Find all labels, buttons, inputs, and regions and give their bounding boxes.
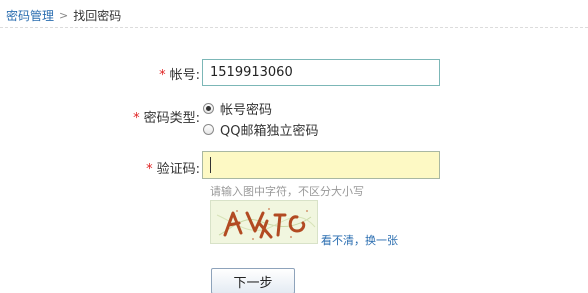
text-cursor	[210, 157, 211, 173]
captcha-hint: 请输入图中字符，不区分大小写	[210, 185, 364, 198]
radio-account-password-label: 帐号密码	[220, 103, 273, 118]
captcha-input[interactable]	[202, 151, 440, 179]
refresh-captcha-link[interactable]: 看不清，换一张	[321, 232, 398, 248]
required-mark: *	[133, 111, 140, 126]
breadcrumb: 密码管理 > 找回密码	[6, 6, 121, 24]
breadcrumb-separator: >	[59, 8, 69, 22]
radio-account-password[interactable]: 帐号密码	[203, 99, 272, 118]
captcha-glyphs-icon	[216, 208, 316, 240]
radio-qq-mail-password[interactable]: QQ邮箱独立密码	[203, 120, 318, 139]
required-mark: *	[146, 162, 153, 177]
account-input[interactable]: 1519913060	[202, 59, 440, 86]
captcha-label: * 验证码:	[146, 162, 200, 177]
breadcrumb-current: 找回密码	[73, 8, 122, 23]
password-type-label: * 密码类型:	[133, 111, 200, 126]
radio-qq-mail-password-label: QQ邮箱独立密码	[220, 124, 319, 139]
breadcrumb-password-management-link[interactable]: 密码管理	[6, 7, 54, 24]
radio-unselected-icon[interactable]	[203, 124, 214, 135]
required-mark: *	[159, 68, 166, 83]
header-divider	[0, 27, 588, 28]
next-button[interactable]: 下一步	[211, 268, 295, 293]
radio-selected-icon[interactable]	[203, 103, 214, 114]
account-label: * 帐号:	[159, 68, 200, 83]
captcha-image[interactable]	[210, 200, 318, 244]
